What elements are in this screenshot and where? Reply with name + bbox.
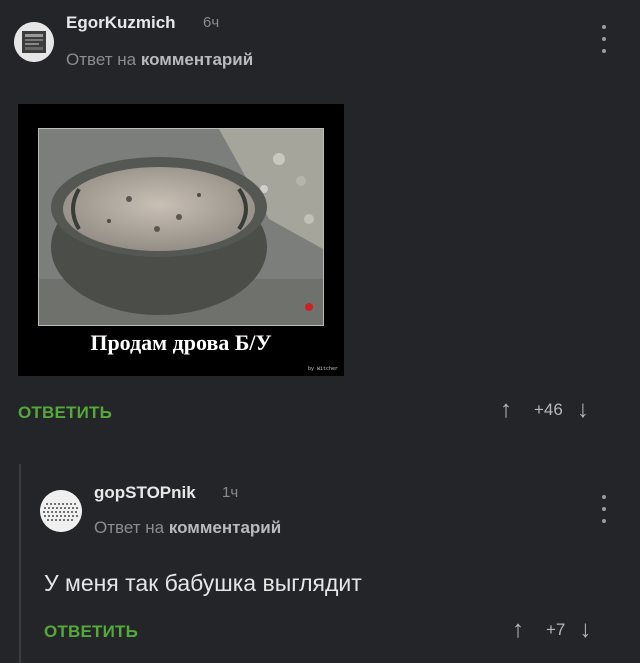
- reply-target-link[interactable]: комментарий: [141, 50, 253, 69]
- bucket-photo: [39, 129, 323, 325]
- arrow-up-icon[interactable]: ↑: [500, 398, 512, 422]
- reply-prefix: Ответ на: [94, 518, 165, 537]
- more-vertical-icon[interactable]: [598, 495, 610, 523]
- username[interactable]: gopSTOPnik: [94, 483, 196, 503]
- arrow-down-icon[interactable]: ↓: [577, 398, 589, 422]
- image-caption: Продам дрова Б/У: [90, 330, 272, 355]
- avatar-image: [40, 490, 82, 532]
- timestamp: 1ч: [222, 484, 239, 501]
- rating-value: +46: [534, 400, 563, 419]
- reply-target-link[interactable]: комментарий: [169, 518, 281, 537]
- avatar-image: [14, 22, 54, 62]
- thread-line: [19, 464, 21, 663]
- arrow-down-icon[interactable]: ↓: [579, 618, 591, 642]
- rating-value: +7: [546, 620, 566, 639]
- rating-controls: ↑ +7 ↓: [512, 618, 591, 642]
- comment-text: У меня так бабушка выглядит: [44, 570, 362, 596]
- image-credit: by Witcher: [307, 366, 338, 372]
- avatar[interactable]: [14, 22, 54, 62]
- username[interactable]: EgorKuzmich: [66, 13, 176, 33]
- reply-to-line: Ответ на комментарий: [94, 518, 281, 538]
- reply-prefix: Ответ на: [66, 50, 137, 69]
- avatar[interactable]: [40, 490, 82, 532]
- reply-to-line: Ответ на комментарий: [66, 50, 253, 70]
- reply-button[interactable]: ОТВЕТИТЬ: [44, 622, 138, 642]
- more-vertical-icon[interactable]: [598, 25, 610, 53]
- reply-button[interactable]: ОТВЕТИТЬ: [18, 403, 112, 423]
- comment-image[interactable]: Продам дрова Б/У by Witcher: [18, 104, 344, 376]
- timestamp: 6ч: [203, 14, 220, 31]
- arrow-up-icon[interactable]: ↑: [512, 618, 524, 642]
- photo: [38, 128, 324, 326]
- rating-controls: ↑ +46 ↓: [500, 398, 589, 422]
